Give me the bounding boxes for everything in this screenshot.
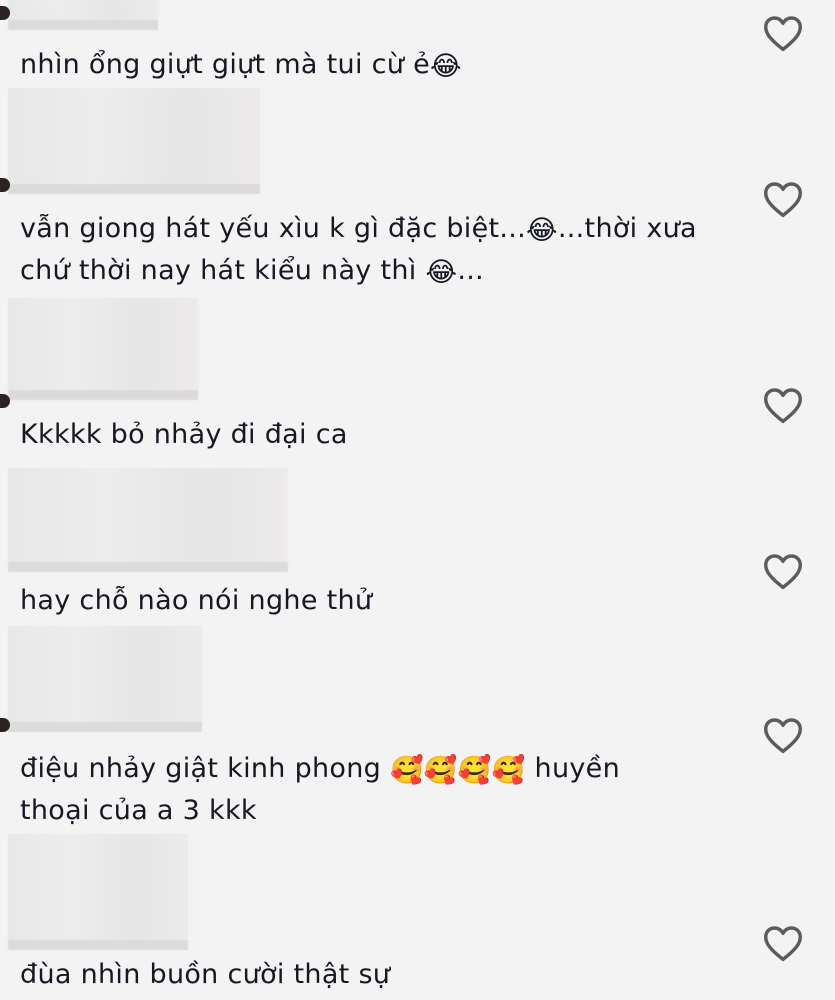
comment-text: nhìn ổng giựt giựt mà tui cừ ẻ😂 [20, 44, 720, 86]
heart-outline-icon[interactable] [762, 14, 804, 52]
comment-text: đùa nhìn buồn cười thật sự [20, 954, 720, 996]
comment-item: điệu nhảy giật kinh phong 🥰🥰🥰🥰 huyền tho… [0, 624, 835, 834]
comment-text-part: nhìn ổng giựt giựt mà tui cừ ẻ [20, 49, 430, 80]
blurred-username [8, 834, 188, 950]
comment-text: hay chỗ nào nói nghe thử [20, 580, 720, 622]
comment-text-part: huyền [525, 753, 620, 784]
comment-text-part: ... [457, 255, 484, 286]
blurred-username [8, 626, 202, 732]
comment-item: hay chỗ nào nói nghe thử [0, 466, 835, 624]
heart-outline-icon[interactable] [762, 386, 804, 424]
blurred-username [8, 88, 260, 194]
comment-text: vẫn giong hát yếu xìu k gì đặc biệt...😂.… [20, 208, 720, 292]
blurred-username [8, 468, 288, 572]
heart-outline-icon[interactable] [762, 552, 804, 590]
heart-outline-icon[interactable] [762, 716, 804, 754]
blurred-username [8, 298, 198, 400]
blurred-username [8, 0, 158, 30]
heart-outline-icon[interactable] [762, 924, 804, 962]
comment-item: vẫn giong hát yếu xìu k gì đặc biệt...😂.… [0, 88, 835, 298]
comment-item: nhìn ổng giựt giựt mà tui cừ ẻ😂 [0, 0, 835, 90]
comment-text: Kkkkk bỏ nhảy đi đại ca [20, 414, 720, 456]
comment-item: đùa nhìn buồn cười thật sự [0, 834, 835, 1000]
smiling-face-with-hearts-emoji: 🥰🥰🥰🥰 [389, 755, 526, 786]
tears-of-joy-emoji: 😂 [526, 215, 558, 246]
tears-of-joy-emoji: 😂 [429, 51, 462, 82]
comment-text-part: Kkkkk bỏ nhảy đi đại ca [20, 419, 348, 450]
comment-text-part: hay chỗ nào nói nghe thử [20, 585, 373, 616]
comment-item: Kkkkk bỏ nhảy đi đại ca [0, 298, 835, 466]
avatar[interactable] [0, 394, 10, 408]
comment-text-part: chứ thời nay hát kiểu này thì [20, 255, 426, 286]
comment-text: điệu nhảy giật kinh phong 🥰🥰🥰🥰 huyền tho… [20, 748, 720, 832]
tears-of-joy-emoji: 😂 [425, 257, 458, 288]
heart-outline-icon[interactable] [762, 180, 804, 218]
comment-text-part: điệu nhảy giật kinh phong [20, 753, 390, 784]
comment-text-part: đùa nhìn buồn cười thật sự [20, 959, 391, 990]
comment-text-part: vẫn giong hát yếu xìu k gì đặc biệt... [20, 213, 527, 244]
comment-text-part: thoại của a 3 kkk [20, 795, 257, 826]
comment-text-part: ...thời xưa [557, 213, 697, 244]
